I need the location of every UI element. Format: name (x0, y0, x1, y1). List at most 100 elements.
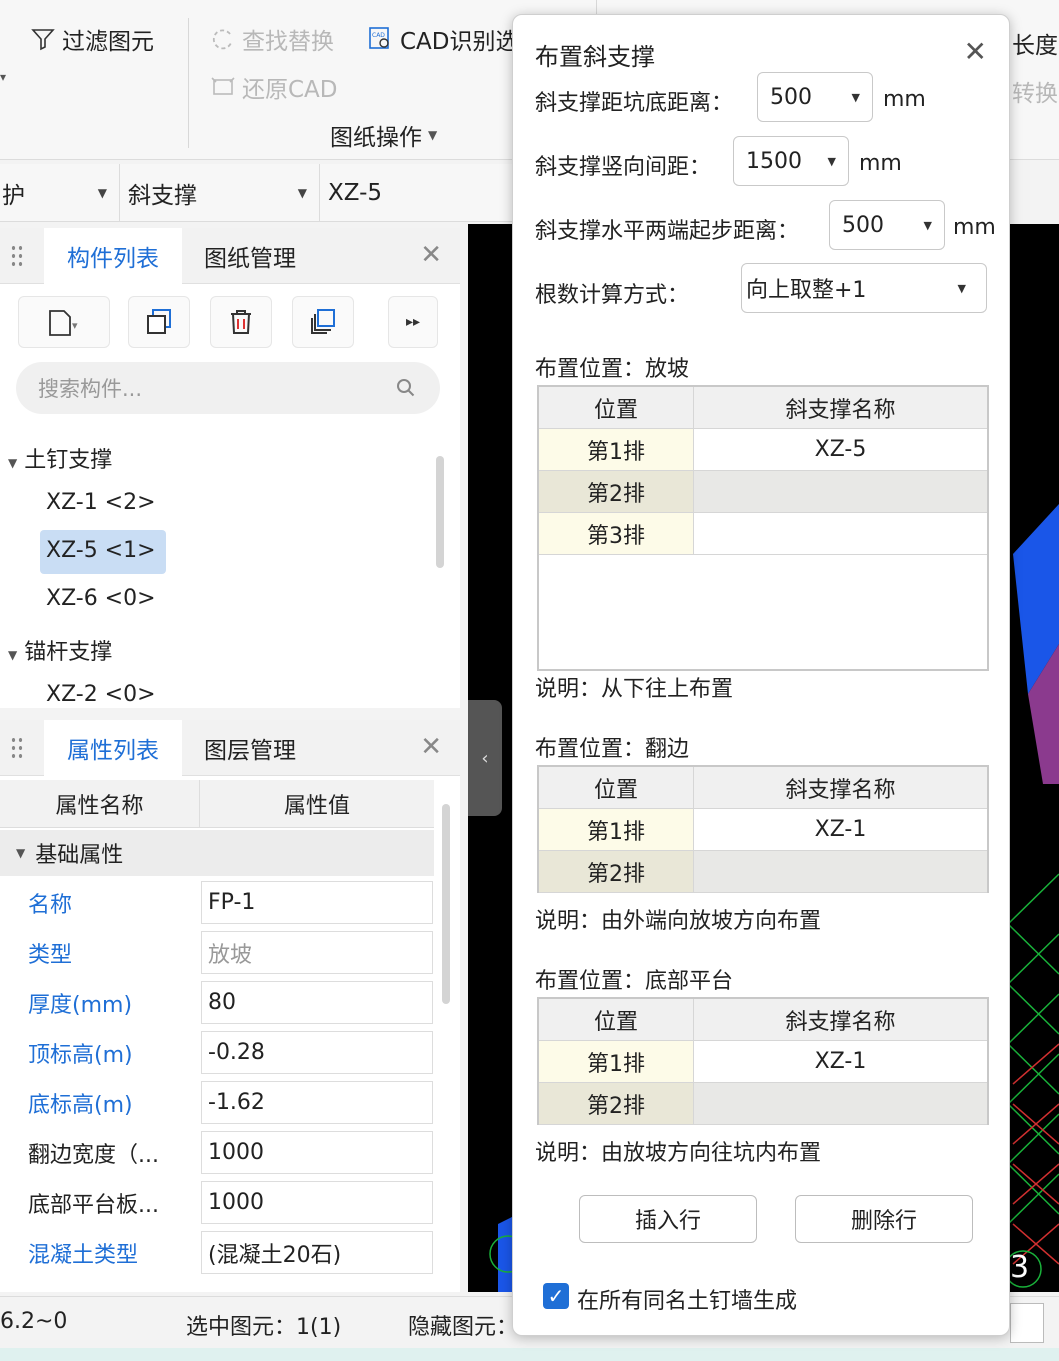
restore-cad-button[interactable]: 还原CAD (210, 70, 338, 104)
insert-row-button[interactable]: 插入行 (579, 1195, 757, 1243)
property-value-field[interactable]: FP-1 (201, 881, 433, 924)
row-brace-name[interactable]: XZ-1 (694, 1041, 987, 1082)
filter-elements-button[interactable]: 过滤图元 (30, 22, 154, 56)
table-row[interactable]: 第2排 (539, 471, 987, 513)
tree-item-xz2[interactable]: XZ-2 <0> (46, 682, 156, 707)
status-selected: 选中图元：1(1) (186, 1315, 342, 1340)
component-select[interactable]: XZ-5 (320, 164, 520, 222)
chevron-down-icon: ▼ (428, 128, 438, 142)
tree-group-label: 土钉支撑 (24, 448, 113, 473)
category-select[interactable]: 护 ▼ (0, 164, 120, 222)
delete-row-button[interactable]: 删除行 (795, 1195, 973, 1243)
property-row: 翻边宽度（... 1000 (0, 1128, 434, 1178)
length-tool-button[interactable]: 长度 (1012, 26, 1058, 60)
property-row: 底部平台板... 1000 (0, 1178, 434, 1228)
table-row[interactable]: 第2排 (539, 851, 987, 893)
find-replace-button[interactable]: 查找替换 (210, 22, 334, 56)
section-flange-title: 布置位置：翻边 (535, 737, 690, 762)
table-row[interactable]: 第2排 (539, 1083, 987, 1125)
tab-layer-management[interactable]: 图层管理 (182, 720, 318, 776)
property-section-label: 基础属性 (35, 843, 124, 868)
row-brace-name[interactable] (694, 471, 987, 512)
cad-search-icon: CAD (369, 27, 389, 49)
status-tool-button[interactable] (1010, 1303, 1044, 1343)
cad-recognize-button[interactable]: CAD CAD识别选 (368, 22, 519, 56)
caret-down-icon: ▼ (923, 219, 932, 232)
property-name: 名称 (28, 893, 73, 918)
property-row: 类型 放坡 (0, 928, 434, 978)
property-value-field[interactable]: 1000 (201, 1131, 433, 1174)
generate-all-same-name-checkbox[interactable]: ✓ (543, 1283, 569, 1309)
property-grid-header: 属性名称 属性值 (0, 780, 434, 828)
delete-component-button[interactable] (210, 296, 272, 348)
refresh-icon (212, 29, 232, 50)
drag-grip-icon[interactable] (10, 736, 24, 760)
property-value-field[interactable]: -0.28 (201, 1031, 433, 1074)
layers-copy-icon (311, 309, 335, 334)
property-name: 底标高(m) (28, 1093, 133, 1118)
brace-start-distance-select[interactable]: 500 ▼ (829, 200, 945, 250)
close-icon[interactable]: ✕ (420, 240, 442, 270)
tree-item-xz1[interactable]: XZ-1 <2> (46, 490, 156, 515)
property-value-field[interactable]: 80 (201, 981, 433, 1024)
drag-grip-icon[interactable] (10, 244, 24, 268)
row-brace-name[interactable]: XZ-5 (694, 429, 987, 470)
close-icon[interactable]: ✕ (420, 732, 442, 762)
property-section-basic[interactable]: ▼ 基础属性 (0, 830, 434, 876)
table-row[interactable]: 第3排 (539, 513, 987, 555)
section-slope-note: 说明：从下往上布置 (535, 677, 734, 702)
unit-label: mm (953, 215, 996, 240)
row-brace-name[interactable] (694, 513, 987, 554)
fast-forward-icon: ▸▸ (405, 314, 421, 330)
table-header-row: 位置 斜支撑名称 (539, 999, 987, 1041)
new-component-button[interactable]: ▾ (18, 296, 110, 348)
brace-bottom-distance-label: 斜支撑距坑底距离： (535, 91, 734, 116)
brace-bottom-distance-select[interactable]: 500 ▼ (757, 72, 873, 122)
search-icon (397, 379, 415, 397)
tree-scrollbar[interactable] (436, 456, 444, 568)
col-position-header: 位置 (539, 767, 694, 808)
tree-group-soil-nail[interactable]: ▼ 土钉支撑 (8, 442, 112, 474)
component-panel-tabbar: 构件列表 图纸管理 ✕ (0, 228, 460, 284)
row-brace-name[interactable] (694, 851, 987, 892)
table-row[interactable]: 第1排 XZ-5 (539, 429, 987, 471)
property-scrollbar[interactable] (442, 804, 450, 1004)
row-brace-name[interactable]: XZ-1 (694, 809, 987, 850)
property-row: 顶标高(m) -0.28 (0, 1028, 434, 1078)
caret-down-icon: ▼ (851, 91, 860, 104)
drawing-ops-group[interactable]: 图纸操作 ▼ (330, 118, 437, 152)
slope-brace-table: 位置 斜支撑名称 第1排 XZ-5 第2排 第3排 (537, 385, 989, 671)
property-value-field[interactable]: 放坡 (201, 931, 433, 974)
expand-caret-icon[interactable]: ▾ (0, 70, 6, 84)
type-select[interactable]: 斜支撑 ▼ (120, 164, 320, 222)
convert-tool-button[interactable]: 转换 (1012, 74, 1058, 108)
brace-start-distance-value: 500 (842, 212, 884, 238)
restore-cad-label: 还原CAD (242, 77, 338, 103)
svg-text:CAD: CAD (372, 32, 385, 39)
layer-copy-button[interactable] (292, 296, 354, 348)
property-value-field[interactable]: -1.62 (201, 1081, 433, 1124)
property-value-field[interactable]: 1000 (201, 1181, 433, 1224)
property-name: 混凝土类型 (28, 1243, 139, 1268)
collapse-panel-handle[interactable]: ‹ (468, 700, 502, 816)
brace-vertical-spacing-select[interactable]: 1500 ▼ (733, 136, 849, 186)
tree-group-anchor[interactable]: ▼ 锚杆支撑 (8, 634, 112, 666)
tab-component-list[interactable]: 构件列表 (44, 228, 182, 284)
tree-item-xz6[interactable]: XZ-6 <0> (46, 586, 156, 611)
property-value-field[interactable]: (混凝土20石) (201, 1231, 433, 1274)
col-position-header: 位置 (539, 999, 694, 1040)
tab-drawing-management[interactable]: 图纸管理 (182, 228, 318, 284)
more-tools-button[interactable]: ▸▸ (388, 296, 438, 348)
table-row[interactable]: 第1排 XZ-1 (539, 1041, 987, 1083)
table-row[interactable]: 第1排 XZ-1 (539, 809, 987, 851)
row-brace-name[interactable] (694, 1083, 987, 1124)
close-icon[interactable]: ✕ (964, 35, 987, 68)
search-component-field[interactable]: 搜索构件... (16, 362, 440, 414)
count-method-select[interactable]: 向上取整+1 ▼ (741, 263, 987, 313)
tab-property-list[interactable]: 属性列表 (44, 720, 182, 776)
brace-bottom-distance-value: 500 (770, 84, 812, 110)
copy-component-button[interactable] (128, 296, 190, 348)
tree-item-xz5-selected[interactable]: XZ-5 <1> (40, 530, 166, 574)
table-header-row: 位置 斜支撑名称 (539, 387, 987, 429)
property-name: 翻边宽度（... (28, 1143, 159, 1168)
